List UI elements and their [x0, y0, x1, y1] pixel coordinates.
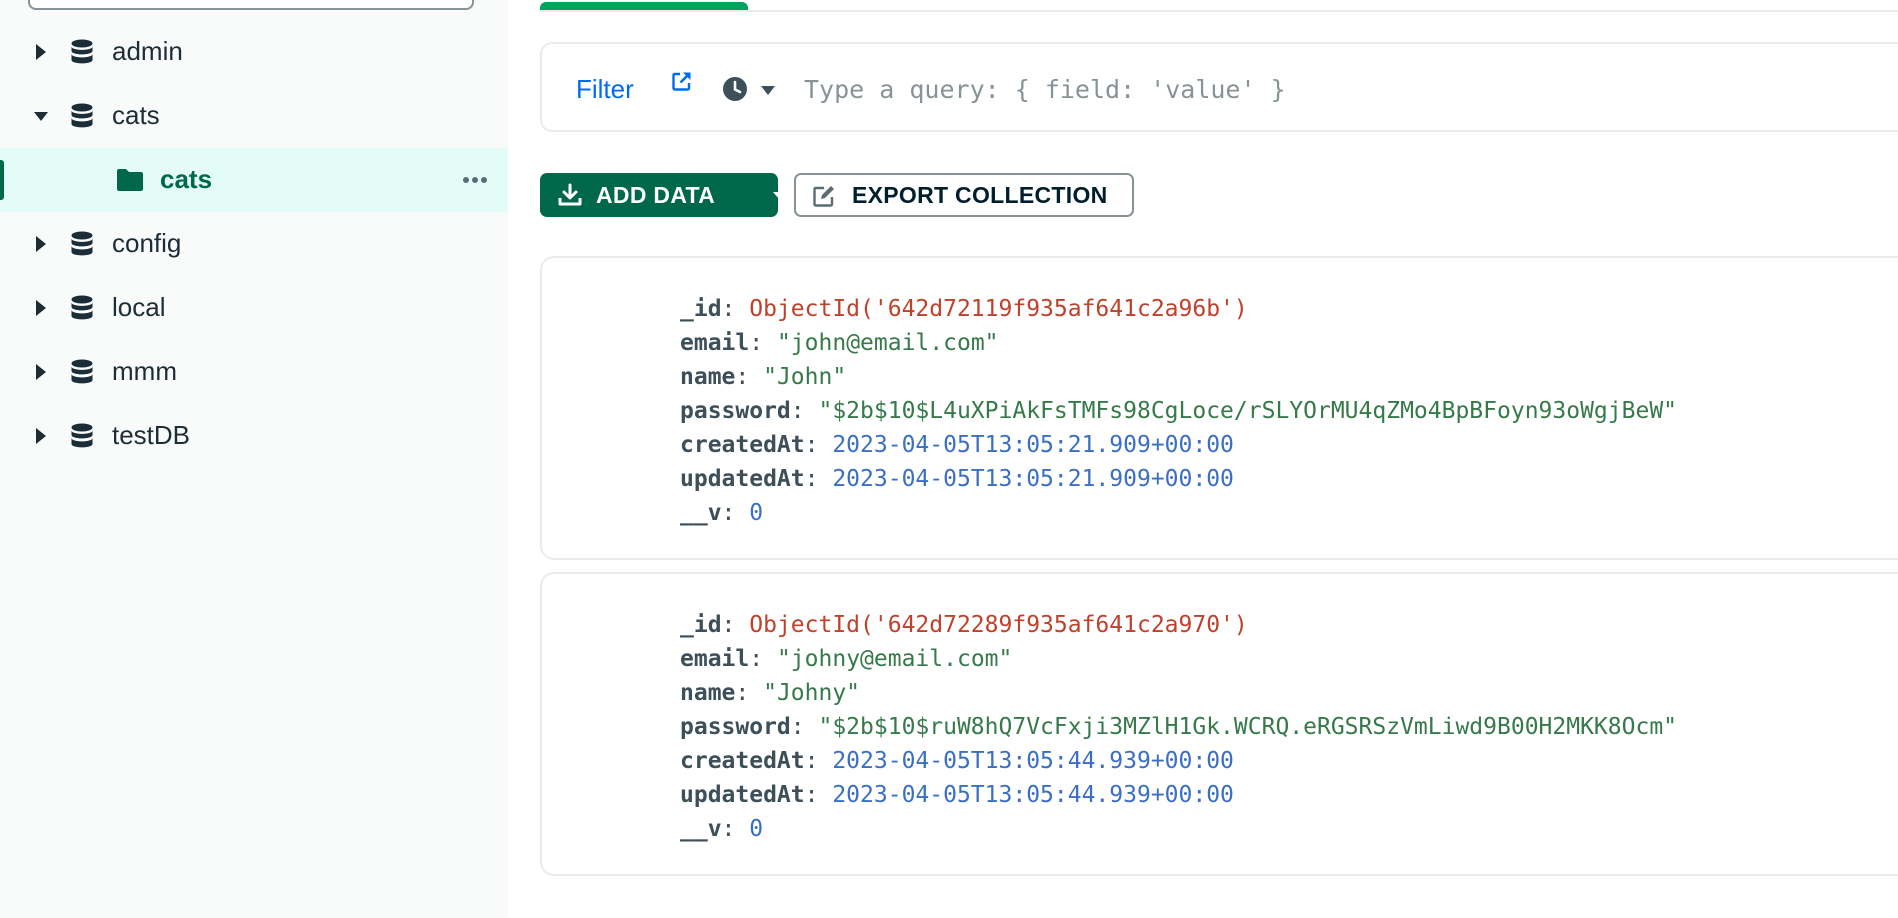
tree-item-label: config [112, 228, 182, 258]
tree-item-db-testdb[interactable]: testDB [0, 404, 508, 468]
tree-item-label: cats [112, 100, 160, 130]
ellipsis-icon[interactable] [462, 176, 488, 184]
field-key: __v [680, 500, 722, 526]
field-value: ObjectId('642d72119f935af641c2a96b') [749, 296, 1248, 322]
query-bar: Filter [540, 42, 1898, 132]
sidebar-search-input[interactable] [28, 0, 474, 10]
field-row[interactable]: createdAt: 2023-04-05T13:05:21.909+00:00 [680, 428, 1677, 462]
tree-item-db-mmm[interactable]: mmm [0, 340, 508, 404]
export-collection-label: EXPORT COLLECTION [852, 182, 1108, 208]
chevron-down-icon [773, 192, 787, 200]
field-key: createdAt [680, 748, 805, 774]
add-data-label: ADD DATA [596, 182, 716, 208]
tree-item-db-config[interactable]: config [0, 212, 508, 276]
download-icon [558, 183, 582, 206]
field-row[interactable]: email: "john@email.com" [680, 326, 1677, 360]
field-value: 2023-04-05T13:05:44.939+00:00 [832, 782, 1234, 808]
field-key: name [680, 364, 736, 390]
add-data-button[interactable]: ADD DATA [540, 173, 787, 217]
main-panel: Filter ADD DATA EXPORT COLLECTION _ [508, 0, 1898, 918]
caret-right-icon[interactable] [34, 235, 48, 253]
field-key: updatedAt [680, 782, 805, 808]
field-row[interactable]: updatedAt: 2023-04-05T13:05:21.909+00:00 [680, 462, 1677, 496]
field-value: ObjectId('642d72289f935af641c2a970') [749, 612, 1248, 638]
field-key: updatedAt [680, 466, 805, 492]
field-key: _id [680, 296, 722, 322]
field-row[interactable]: __v: 0 [680, 812, 1677, 846]
field-value: "John" [763, 364, 847, 390]
field-row[interactable]: name: "John" [680, 360, 1677, 394]
field-value: 0 [749, 500, 764, 526]
database-icon [71, 231, 93, 256]
external-link-icon[interactable] [672, 71, 692, 91]
database-icon [71, 39, 93, 64]
field-value: "$2b$10$ruW8hQ7VcFxji3MZlH1Gk.WCRQ.eRGSR… [818, 714, 1678, 740]
field-key: __v [680, 816, 722, 842]
caret-right-icon[interactable] [34, 43, 48, 61]
tree-item-label: local [112, 292, 166, 322]
field-row[interactable]: password: "$2b$10$ruW8hQ7VcFxji3MZlH1Gk.… [680, 710, 1677, 744]
tree-item-collection-cats[interactable]: cats [0, 148, 508, 212]
field-row[interactable]: _id: ObjectId('642d72119f935af641c2a96b'… [680, 292, 1677, 326]
active-indicator [0, 160, 4, 200]
caret-right-icon[interactable] [34, 299, 48, 317]
database-icon [71, 295, 93, 320]
filter-link[interactable]: Filter [576, 74, 634, 105]
field-row[interactable]: updatedAt: 2023-04-05T13:05:44.939+00:00 [680, 778, 1677, 812]
field-key: createdAt [680, 432, 805, 458]
field-row[interactable]: name: "Johny" [680, 676, 1677, 710]
tree-item-label: mmm [112, 356, 177, 386]
document-card[interactable]: _id: ObjectId('642d72289f935af641c2a970'… [540, 572, 1898, 876]
field-value: "Johny" [763, 680, 861, 706]
field-value: "$2b$10$L4uXPiAkFsTMFs98CgLoce/rSLYOrMU4… [818, 398, 1678, 424]
field-key: password [680, 714, 791, 740]
query-input[interactable] [802, 64, 1898, 114]
field-row[interactable]: createdAt: 2023-04-05T13:05:44.939+00:00 [680, 744, 1677, 778]
clock-icon[interactable] [722, 76, 748, 102]
caret-right-icon[interactable] [34, 427, 48, 445]
database-tree: admin cats cats config local mmm testDB [0, 20, 508, 468]
caret-right-icon[interactable] [34, 363, 48, 381]
document-card[interactable]: _id: ObjectId('642d72119f935af641c2a96b'… [540, 256, 1898, 560]
document-fields: _id: ObjectId('642d72289f935af641c2a970'… [680, 608, 1677, 846]
field-key: name [680, 680, 736, 706]
field-row[interactable]: password: "$2b$10$L4uXPiAkFsTMFs98CgLoce… [680, 394, 1677, 428]
database-icon [71, 423, 93, 448]
database-icon [71, 103, 93, 128]
caret-down-icon[interactable] [34, 107, 48, 125]
tree-item-db-cats[interactable]: cats [0, 84, 508, 148]
field-key: email [680, 330, 750, 356]
field-key: _id [680, 612, 722, 638]
field-row[interactable]: _id: ObjectId('642d72289f935af641c2a970'… [680, 608, 1677, 642]
active-tab-indicator[interactable] [540, 2, 748, 10]
field-value: "johny@email.com" [776, 646, 1013, 672]
tree-item-label: cats [160, 164, 213, 194]
document-fields: _id: ObjectId('642d72119f935af641c2a96b'… [680, 292, 1677, 530]
folder-icon [117, 169, 143, 191]
chevron-down-icon[interactable] [760, 84, 776, 96]
database-icon [71, 359, 93, 384]
tree-item-db-admin[interactable]: admin [0, 20, 508, 84]
field-value: 2023-04-05T13:05:21.909+00:00 [832, 432, 1234, 458]
field-value: 2023-04-05T13:05:21.909+00:00 [832, 466, 1234, 492]
field-value: 0 [749, 816, 764, 842]
field-row[interactable]: email: "johny@email.com" [680, 642, 1677, 676]
tree-item-label: admin [112, 36, 183, 66]
export-collection-button[interactable]: EXPORT COLLECTION [794, 173, 1134, 217]
sidebar: admin cats cats config local mmm testDB [0, 0, 508, 918]
edit-icon [813, 186, 834, 207]
field-key: email [680, 646, 750, 672]
tree-item-db-local[interactable]: local [0, 276, 508, 340]
field-row[interactable]: __v: 0 [680, 496, 1677, 530]
field-value: "john@email.com" [776, 330, 999, 356]
tree-item-label: testDB [112, 420, 191, 450]
field-value: 2023-04-05T13:05:44.939+00:00 [832, 748, 1234, 774]
field-key: password [680, 398, 791, 424]
